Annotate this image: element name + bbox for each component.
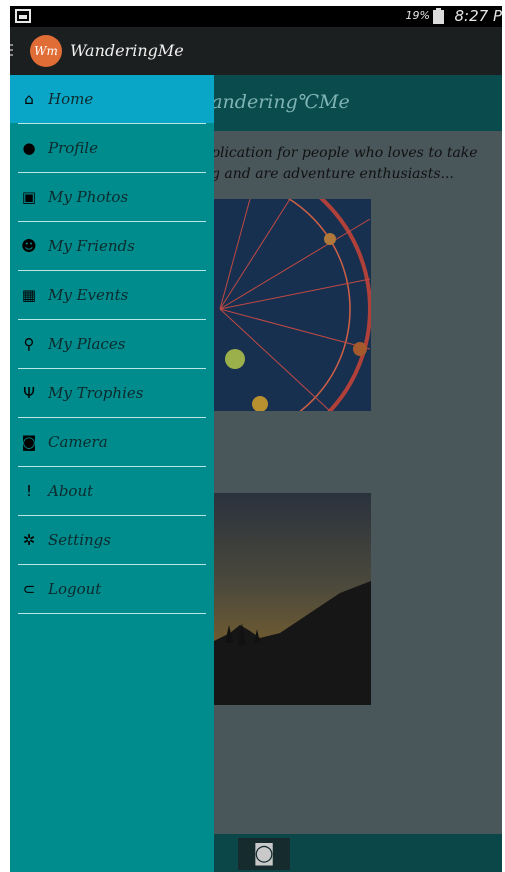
content-description: plication for people who loves to take g…: [211, 145, 478, 182]
navigation-drawer: ⌂ Home ● Profile ▣ My Photos ☻ My Friend…: [10, 75, 214, 872]
status-bar: 19% 8:27 P: [10, 6, 502, 27]
battery-percent: 19%: [405, 9, 430, 22]
status-time: 8:27 P: [454, 7, 503, 25]
drawer-item-label: Home: [48, 90, 94, 108]
gear-icon: ✲: [22, 531, 36, 549]
home-icon: ⌂: [24, 90, 34, 108]
drawer-item-profile[interactable]: ● Profile: [10, 124, 214, 172]
ferris-wheel-photo[interactable]: [210, 199, 371, 411]
camera-button[interactable]: ◙: [238, 838, 290, 870]
trophy-icon: Ψ: [23, 384, 35, 402]
app-bar: Wm WanderingMe: [10, 27, 502, 75]
drawer-item-label: My Photos: [48, 188, 129, 206]
drawer-item-label: Profile: [48, 139, 98, 157]
drawer-item-logout[interactable]: ⊂ Logout: [10, 565, 214, 613]
drawer-item-home[interactable]: ⌂ Home: [10, 75, 214, 123]
info-icon: !: [25, 482, 32, 500]
drawer-item-label: About: [48, 482, 94, 500]
logout-icon: ⊂: [22, 580, 36, 598]
drawer-item-label: Camera: [48, 433, 108, 451]
drawer-item-label: My Trophies: [48, 384, 144, 402]
drawer-item-my-photos[interactable]: ▣ My Photos: [10, 173, 214, 221]
drawer-item-my-friends[interactable]: ☻ My Friends: [10, 222, 214, 270]
camera-icon: ◙: [21, 433, 37, 451]
drawer-item-camera[interactable]: ◙ Camera: [10, 418, 214, 466]
drawer-item-my-events[interactable]: ▦ My Events: [10, 271, 214, 319]
sunset-image: [210, 581, 371, 705]
battery-icon: [433, 8, 444, 24]
sunset-photo[interactable]: [210, 493, 371, 705]
drawer-item-label: My Places: [48, 335, 126, 353]
app-logo[interactable]: Wm: [30, 35, 62, 67]
drawer-item-label: My Friends: [48, 237, 135, 255]
drawer-item-label: My Events: [48, 286, 129, 304]
ferris-wheel-image: [219, 199, 371, 411]
app-title: WanderingMe: [70, 41, 184, 60]
drawer-item-about[interactable]: ! About: [10, 467, 214, 515]
content-brand: 'andering℃Me: [206, 91, 350, 113]
friends-icon: ☻: [21, 237, 37, 255]
profile-icon: ●: [22, 139, 36, 157]
divider: [18, 613, 206, 614]
drawer-item-label: Settings: [48, 531, 111, 549]
gallery-notification-icon: [15, 9, 31, 23]
drawer-item-my-places[interactable]: ⚲ My Places: [10, 320, 214, 368]
map-pin-icon: ⚲: [23, 335, 35, 353]
drawer-item-settings[interactable]: ✲ Settings: [10, 516, 214, 564]
menu-icon[interactable]: [10, 44, 13, 58]
screen: 19% 8:27 P Wm WanderingMe 'andering℃Me p…: [10, 6, 502, 872]
drawer-item-my-trophies[interactable]: Ψ My Trophies: [10, 369, 214, 417]
photos-icon: ▣: [21, 188, 37, 206]
drawer-item-label: Logout: [48, 580, 102, 598]
calendar-icon: ▦: [21, 286, 37, 304]
